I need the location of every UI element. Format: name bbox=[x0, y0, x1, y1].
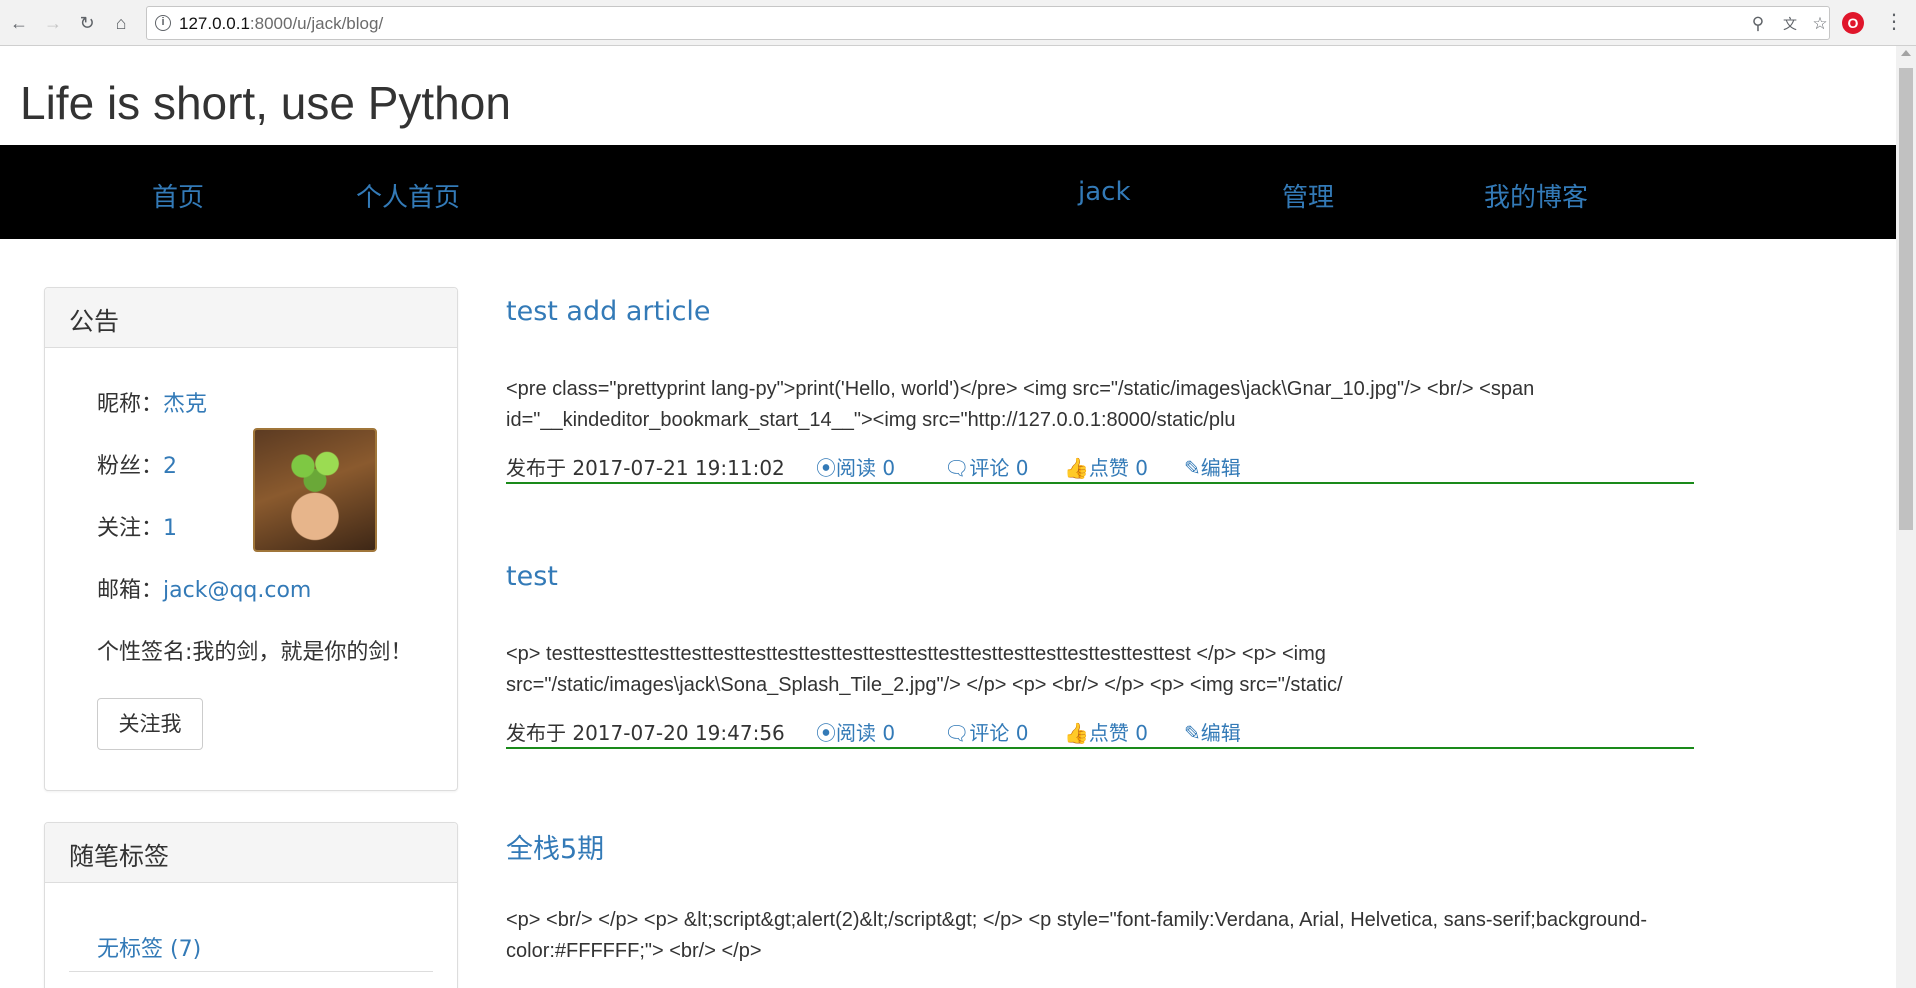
edit-link[interactable]: ✎编辑 bbox=[1184, 717, 1241, 746]
read-count[interactable]: ⦿阅读 0 bbox=[816, 717, 895, 746]
read-label: 阅读 0 bbox=[836, 721, 896, 745]
url-path: :8000/u/jack/blog/ bbox=[249, 14, 384, 33]
article-title[interactable]: test bbox=[506, 561, 558, 592]
thumbs-up-icon: 👍 bbox=[1064, 721, 1089, 745]
comment-count[interactable]: 🗨评论 0 bbox=[944, 452, 1028, 481]
nickname-label: 昵称： bbox=[97, 392, 164, 417]
article-summary: <p> testtesttesttesttesttesttesttesttest… bbox=[506, 643, 1343, 696]
article-summary: <p> <br/> </p> <p> &lt;script&gt;alert(2… bbox=[506, 909, 1648, 962]
like-count[interactable]: 👍点赞 0 bbox=[1064, 452, 1148, 481]
reload-icon[interactable]: ↻ bbox=[74, 10, 100, 36]
like-count[interactable]: 👍点赞 0 bbox=[1064, 717, 1148, 746]
fans-label: 粉丝： bbox=[97, 454, 164, 479]
article-published: 发布于 2017-07-21 19:11:02 bbox=[506, 456, 785, 480]
browser-toolbar: ← → ↻ ⌂ i 127.0.0.1:8000/u/jack/blog/ ⚲ … bbox=[0, 0, 1916, 46]
notice-heading: 公告 bbox=[45, 288, 457, 348]
nav-manage[interactable]: 管理 bbox=[1282, 177, 1334, 214]
follow-label: 关注： bbox=[97, 516, 164, 541]
read-label: 阅读 0 bbox=[836, 456, 896, 480]
follow-row: 关注：1 bbox=[97, 510, 177, 542]
edit-label: 编辑 bbox=[1200, 456, 1241, 480]
article-summary: <pre class="prettyprint lang-py">print('… bbox=[506, 378, 1535, 431]
comment-count[interactable]: 🗨评论 0 bbox=[944, 717, 1028, 746]
article-title[interactable]: test add article bbox=[506, 296, 711, 327]
like-label: 点赞 0 bbox=[1088, 721, 1148, 745]
url-host: 127.0.0.1 bbox=[179, 14, 250, 33]
menu-icon[interactable]: ⋮ bbox=[1884, 10, 1904, 36]
article-item: test <p> testtesttesttesttesttesttesttes… bbox=[506, 561, 1694, 761]
nav-user[interactable]: jack bbox=[1078, 177, 1131, 207]
article-item: test add article <pre class="prettyprint… bbox=[506, 296, 1694, 496]
follow-link[interactable]: 1 bbox=[163, 516, 177, 541]
edit-label: 编辑 bbox=[1200, 721, 1241, 745]
zoom-icon[interactable]: ⚲ bbox=[1747, 13, 1769, 35]
tags-heading: 随笔标签 bbox=[45, 823, 457, 883]
email-label: 邮箱： bbox=[97, 578, 164, 603]
translate-icon[interactable]: 文 bbox=[1779, 13, 1801, 35]
eye-icon: ⦿ bbox=[816, 721, 836, 745]
address-bar[interactable]: i 127.0.0.1:8000/u/jack/blog/ ⚲ 文 ☆ bbox=[146, 6, 1830, 40]
article-title[interactable]: 全栈5期 bbox=[506, 834, 604, 865]
follow-me-button[interactable]: 关注我 bbox=[97, 698, 203, 750]
fans-row: 粉丝：2 bbox=[97, 448, 177, 480]
page-scrollbar[interactable] bbox=[1896, 46, 1916, 988]
article-published: 发布于 2017-07-20 19:47:56 bbox=[506, 721, 785, 745]
email-link[interactable]: jack@qq.com bbox=[163, 578, 311, 603]
info-icon[interactable]: i bbox=[155, 15, 171, 31]
like-label: 点赞 0 bbox=[1088, 456, 1148, 480]
edit-icon: ✎ bbox=[1184, 721, 1201, 745]
star-icon[interactable]: ☆ bbox=[1809, 13, 1831, 35]
url-text[interactable]: 127.0.0.1:8000/u/jack/blog/ bbox=[179, 14, 383, 34]
signature: 个性签名:我的剑，就是你的剑！ bbox=[97, 640, 413, 665]
edit-link[interactable]: ✎编辑 bbox=[1184, 452, 1241, 481]
nav-my-blog[interactable]: 我的博客 bbox=[1484, 177, 1588, 214]
comment-label: 评论 0 bbox=[969, 456, 1029, 480]
comment-icon: 🗨 bbox=[944, 721, 970, 745]
article-footer: 发布于 2017-07-20 19:47:56 ⦿阅读 0 🗨评论 0 👍点赞 … bbox=[506, 717, 1694, 749]
nickname-row: 昵称：杰克 bbox=[97, 386, 207, 418]
article-footer: 发布于 2017-07-21 19:11:02 ⦿阅读 0 🗨评论 0 👍点赞 … bbox=[506, 452, 1694, 484]
nickname-link[interactable]: 杰克 bbox=[163, 392, 207, 417]
tags-panel: 随笔标签 无标签 (7) bbox=[44, 822, 458, 988]
site-title: Life is short, use Python bbox=[20, 77, 511, 129]
opera-icon[interactable]: O bbox=[1842, 12, 1864, 34]
notice-panel: 公告 昵称：杰克 粉丝：2 关注：1 邮箱：jack@qq.com 个性签名:我… bbox=[44, 287, 458, 791]
edit-icon: ✎ bbox=[1184, 456, 1201, 480]
nav-home[interactable]: 首页 bbox=[152, 177, 204, 214]
fans-link[interactable]: 2 bbox=[163, 454, 177, 479]
scroll-up-icon[interactable] bbox=[1901, 50, 1911, 56]
back-icon[interactable]: ← bbox=[6, 10, 32, 36]
home-icon[interactable]: ⌂ bbox=[108, 10, 134, 36]
scroll-thumb[interactable] bbox=[1899, 68, 1913, 530]
eye-icon: ⦿ bbox=[816, 456, 836, 480]
article-item: 全栈5期 <p> <br/> </p> <p> &lt;script&gt;al… bbox=[506, 827, 1694, 987]
tag-item-untagged[interactable]: 无标签 (7) bbox=[97, 931, 201, 963]
page: Life is short, use Python 首页 个人首页 jack 管… bbox=[0, 46, 1896, 988]
comment-label: 评论 0 bbox=[969, 721, 1029, 745]
comment-icon: 🗨 bbox=[944, 456, 970, 480]
tag-divider bbox=[69, 971, 433, 972]
avatar bbox=[253, 428, 377, 552]
read-count[interactable]: ⦿阅读 0 bbox=[816, 452, 895, 481]
forward-icon[interactable]: → bbox=[40, 10, 66, 36]
email-row: 邮箱：jack@qq.com bbox=[97, 572, 311, 604]
thumbs-up-icon: 👍 bbox=[1064, 456, 1089, 480]
top-navbar: 首页 个人首页 jack 管理 我的博客 bbox=[0, 145, 1896, 239]
nav-profile[interactable]: 个人首页 bbox=[356, 177, 460, 214]
